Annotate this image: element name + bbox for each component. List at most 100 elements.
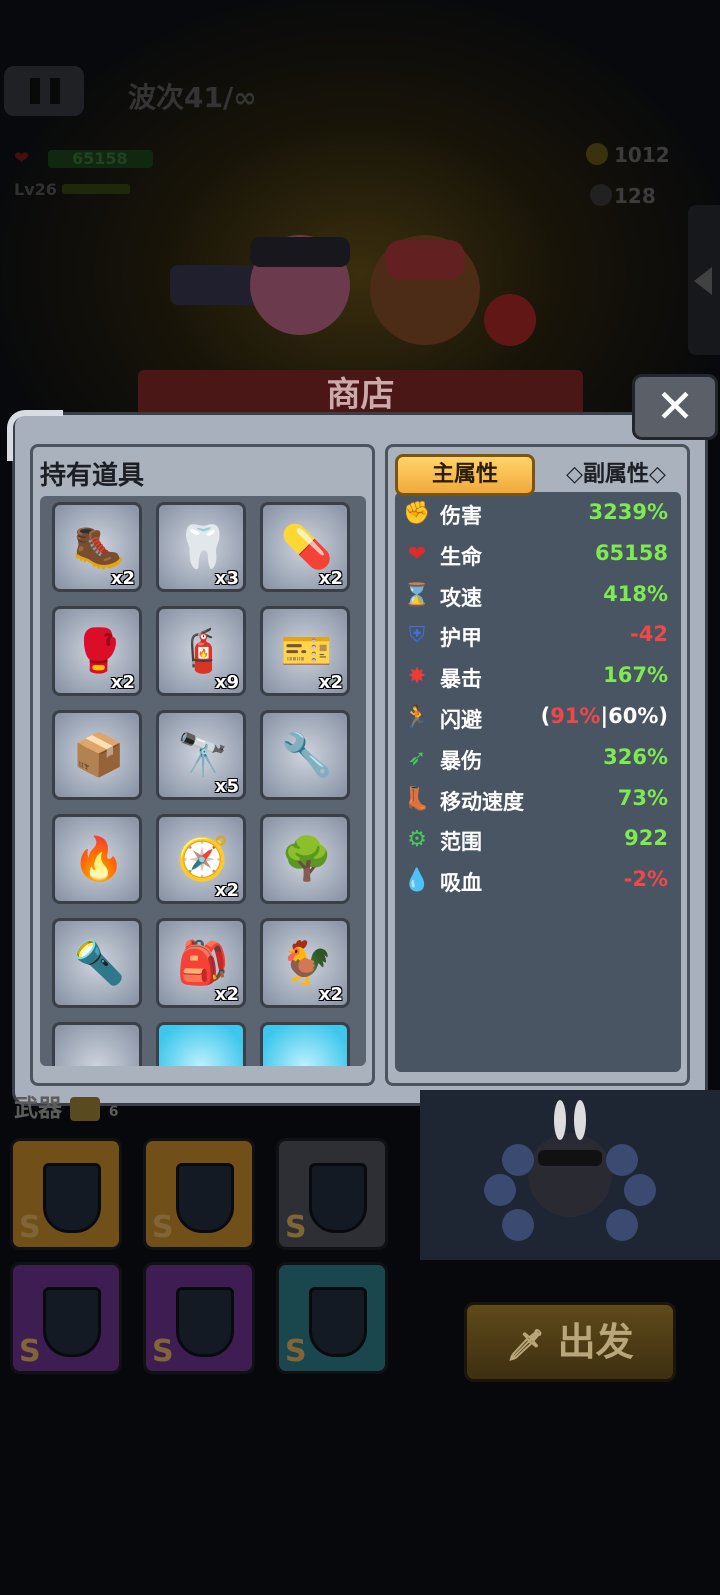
stat-name: 移动速度 <box>440 789 524 814</box>
stat-row: ❤ 生命 65158 <box>400 535 674 575</box>
item-grid[interactable]: 🥾 x2 🦷 x3 💊 x2 🥊 x2 🧯 x9 🎫 x2 📦 🔭 x5 🔧 🔥 🧭 x2 🌳 🔦 🎒 x2 🐓 x2 <box>40 496 366 1066</box>
item-count: x2 <box>214 984 239 1005</box>
hourglass-icon: ⌛ <box>403 582 431 608</box>
stat-row: ⚙ 范围 922 <box>400 820 674 860</box>
shield-icon <box>176 1163 234 1233</box>
item-slot[interactable]: 🐓 x2 <box>260 918 350 1008</box>
panel-corner-decoration <box>7 410 63 461</box>
stat-value: -42 <box>630 622 668 647</box>
rooster-icon: 🐓 <box>280 938 334 987</box>
item-count: x3 <box>214 568 239 589</box>
item-count: x2 <box>110 568 135 589</box>
weapon-slot[interactable]: S <box>143 1262 255 1374</box>
crit-damage-arrow-icon: ➶ <box>407 745 427 771</box>
stat-name: 吸血 <box>440 871 482 896</box>
weapon-count: 6 <box>108 1104 119 1120</box>
stat-name: 护甲 <box>440 626 482 651</box>
stat-name: 暴伤 <box>440 748 482 773</box>
item-slot[interactable] <box>52 1022 142 1066</box>
item-slot[interactable]: 🔥 <box>52 814 142 904</box>
stat-value: 418% <box>603 581 668 606</box>
item-count: x2 <box>318 568 343 589</box>
weapon-slot[interactable]: S <box>10 1262 122 1374</box>
rank-label: S <box>19 1210 41 1245</box>
brass-knuckles-icon: 🥊 <box>72 626 126 675</box>
item-count: x5 <box>214 776 239 797</box>
item-slot[interactable]: 🦷 x3 <box>156 502 246 592</box>
binoculars-icon: 🔭 <box>176 730 230 779</box>
fist-icon: ✊ <box>403 501 431 526</box>
weapon-slot[interactable]: S <box>10 1138 122 1250</box>
item-slot[interactable]: 🎫 x2 <box>260 606 350 696</box>
depart-button[interactable]: 🗡 出发 <box>464 1302 676 1382</box>
stat-name: 攻速 <box>440 585 482 610</box>
stat-row: ⛨ 护甲 -42 <box>400 616 674 656</box>
weapon-slot-icon <box>70 1097 101 1121</box>
item-slot[interactable]: 🎒 x2 <box>156 918 246 1008</box>
item-slot[interactable] <box>156 1022 246 1066</box>
shield-icon: ⛨ <box>408 623 426 649</box>
item-slot[interactable]: 🔭 x5 <box>156 710 246 800</box>
close-button[interactable]: ✕ <box>632 374 718 440</box>
stat-row: 🏃 闪避 (91%|60%) <box>400 698 674 738</box>
pill-bottle-icon: 💊 <box>280 522 334 571</box>
stat-value: 65158 <box>594 540 668 565</box>
item-count: x9 <box>214 672 239 693</box>
wrench-icon: 🔧 <box>280 730 334 779</box>
tab-main-attributes[interactable]: 主属性 <box>395 454 535 496</box>
heart-icon: ❤ <box>407 541 427 567</box>
weapon-slot[interactable]: S <box>276 1262 388 1374</box>
rank-label: S <box>152 1210 174 1245</box>
crit-burst-icon: ✸ <box>407 664 427 690</box>
rank-label: S <box>19 1334 41 1369</box>
close-icon: ✕ <box>655 379 695 433</box>
item-slot[interactable]: 🥾 x2 <box>52 502 142 592</box>
shield-icon <box>309 1163 367 1233</box>
item-slot[interactable]: 🥊 x2 <box>52 606 142 696</box>
stat-value: 3239% <box>588 500 669 524</box>
item-slot[interactable]: 🔧 <box>260 710 350 800</box>
stat-value: 922 <box>624 826 668 851</box>
item-slot[interactable]: 🔦 <box>52 918 142 1008</box>
stat-name: 伤害 <box>440 504 482 528</box>
item-count: x2 <box>318 984 343 1005</box>
stat-row: ✸ 暴击 167% <box>400 657 674 697</box>
stat-row: 💧 吸血 -2% <box>400 861 674 901</box>
boot-speed-icon: 👢 <box>403 786 431 812</box>
stat-row: ✊ 伤害 3239% <box>400 494 674 534</box>
item-slot[interactable]: 🌳 <box>260 814 350 904</box>
item-slot[interactable]: 💊 x2 <box>260 502 350 592</box>
stat-row: 👢 移动速度 73% <box>400 780 674 820</box>
ticket-icon: 🎫 <box>280 626 334 675</box>
arena-preview <box>420 1090 720 1260</box>
shield-icon <box>43 1163 101 1233</box>
compass-icon: 🧭 <box>176 834 230 883</box>
stat-name: 闪避 <box>440 708 482 732</box>
stat-name: 范围 <box>440 830 482 855</box>
depart-label: 出发 <box>557 1320 634 1364</box>
item-slot[interactable]: 🧭 x2 <box>156 814 246 904</box>
item-slot[interactable]: 📦 <box>52 710 142 800</box>
shield-icon <box>309 1287 367 1357</box>
item-slot[interactable] <box>260 1022 350 1066</box>
stat-name: 暴击 <box>440 667 482 692</box>
boot-icon: 🥾 <box>72 522 126 571</box>
tab-sub-attributes[interactable]: ◇副属性◇ <box>546 454 686 496</box>
stat-value: (91%|60%) <box>540 704 668 728</box>
stat-value: -2% <box>623 867 668 892</box>
dentures-icon: 🦷 <box>176 522 230 571</box>
shield-icon <box>176 1287 234 1357</box>
weapon-slot[interactable]: S <box>143 1138 255 1250</box>
cigarette-pack-icon: 📦 <box>72 730 126 779</box>
backpack-icon: 🎒 <box>176 938 230 987</box>
range-gear-icon: ⚙ <box>407 827 427 853</box>
lighter-icon: 🔥 <box>72 834 126 883</box>
rank-label: S <box>152 1334 174 1369</box>
item-count: x2 <box>110 672 135 693</box>
item-count: x2 <box>318 672 343 693</box>
item-slot[interactable]: 🧯 x9 <box>156 606 246 696</box>
tree-icon: 🌳 <box>280 834 334 883</box>
shield-icon <box>43 1287 101 1357</box>
rank-label: S <box>285 1210 307 1245</box>
weapon-slot[interactable]: S <box>276 1138 388 1250</box>
